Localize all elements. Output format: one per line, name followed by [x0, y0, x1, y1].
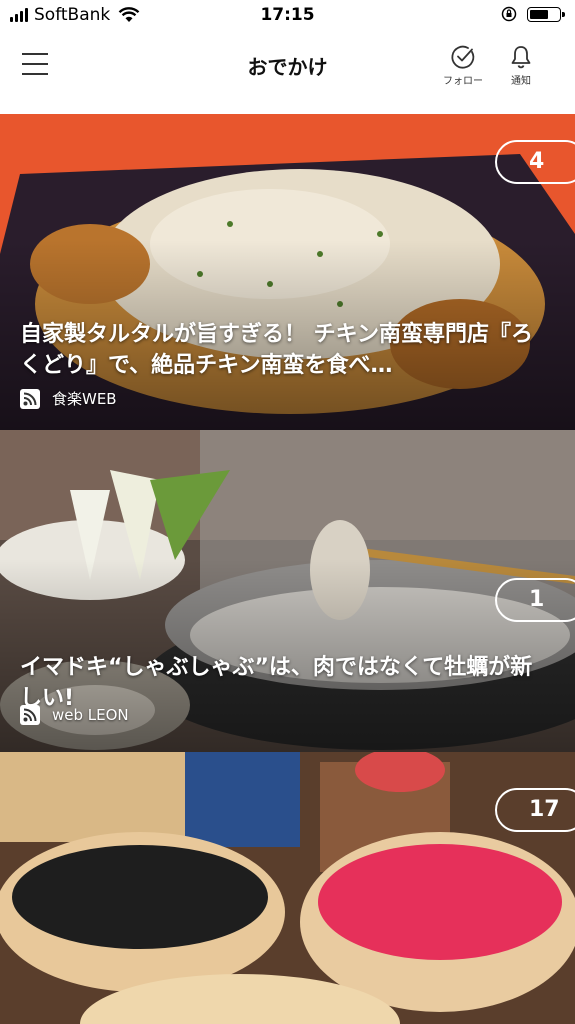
- bell-icon: [511, 46, 531, 69]
- rss-icon: [20, 705, 40, 725]
- page-title: おでかけ: [247, 55, 328, 79]
- status-bar: SoftBank 17:15: [0, 0, 575, 32]
- status-right: [501, 6, 565, 22]
- rss-icon: [20, 388, 40, 409]
- article-card[interactable]: 4 自家製タルタルが旨すぎる！ チキン南蛮専門店『ろくどり』で、絶品チキン南蛮を…: [0, 114, 575, 430]
- article-source-name: 食楽WEB: [52, 390, 117, 408]
- battery-icon: [527, 6, 565, 22]
- article-card[interactable]: 1 イマドキ“しゃぶしゃぶ”は、肉ではなくて牡蠣が新しい! web LEON: [0, 430, 575, 752]
- article-source: 食楽WEB: [20, 388, 117, 409]
- article-count-badge[interactable]: 17: [495, 788, 575, 832]
- check-circle-icon: [451, 45, 475, 69]
- notify-label: 通知: [511, 76, 531, 87]
- article-source-name: web LEON: [52, 706, 129, 724]
- article-count-badge[interactable]: 4: [495, 140, 575, 184]
- follow-label: フォロー: [443, 76, 483, 87]
- status-time: 17:15: [260, 5, 315, 25]
- notify-button[interactable]: 通知: [496, 44, 546, 87]
- follow-button[interactable]: フォロー: [438, 44, 488, 87]
- rotation-lock-icon: [501, 6, 517, 22]
- article-card[interactable]: 17: [0, 752, 575, 1024]
- article-count-badge[interactable]: 1: [495, 578, 575, 622]
- article-source: web LEON: [20, 705, 129, 725]
- app-header: おでかけ フォロー 通知: [0, 32, 575, 114]
- article-image-cheese-pies: [0, 752, 575, 1024]
- article-title: 自家製タルタルが旨すぎる！ チキン南蛮専門店『ろくどり』で、絶品チキン南蛮を食べ…: [20, 322, 534, 378]
